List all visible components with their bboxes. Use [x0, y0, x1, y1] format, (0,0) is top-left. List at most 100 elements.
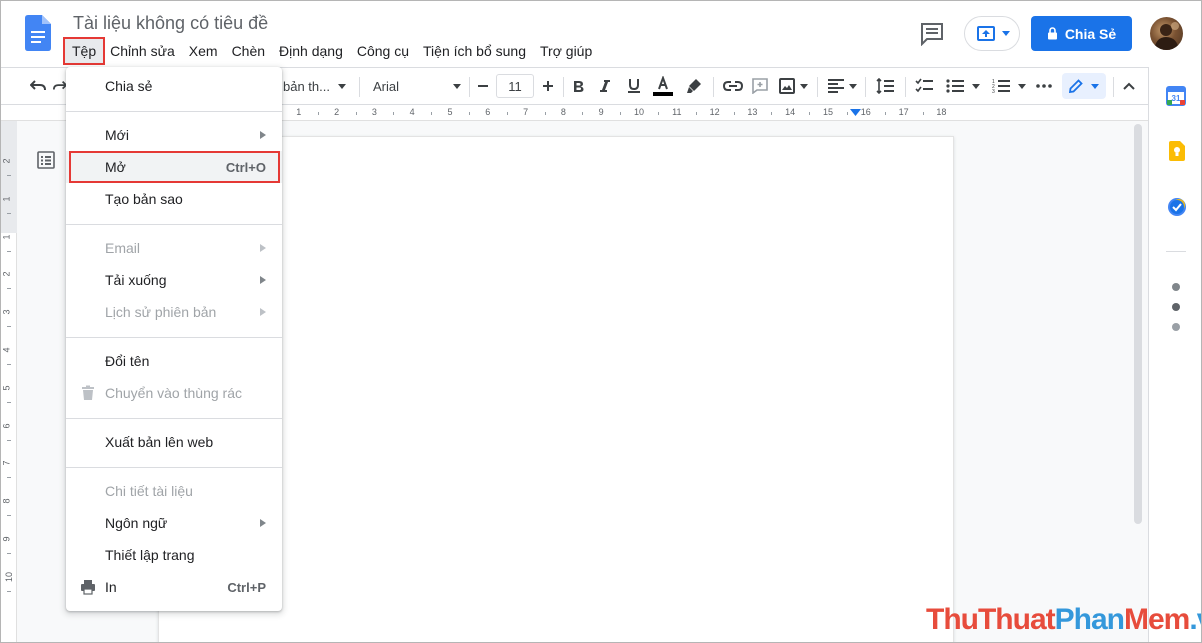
add-comment-icon [752, 78, 768, 94]
menu-item-label: In [105, 579, 117, 595]
insert-comment-button[interactable] [749, 68, 771, 104]
present-to-meeting-icon [977, 26, 995, 41]
menu-insert[interactable]: Chèn [225, 39, 272, 63]
menu-item-email[interactable]: Email [66, 232, 282, 264]
line-spacing-button[interactable] [873, 68, 897, 104]
present-button[interactable] [964, 16, 1020, 51]
tasks-icon[interactable] [1167, 197, 1187, 217]
calendar-icon[interactable]: 31 [1166, 86, 1186, 106]
right-indent-marker-icon[interactable] [850, 109, 861, 117]
ruler-tick-label: 5 [1, 385, 12, 391]
numbered-list-icon: 123 [992, 79, 1010, 94]
ruler-tick-mark [7, 590, 11, 592]
minus-icon [478, 85, 488, 87]
watermark-part: Mem [1124, 603, 1190, 636]
dot-indicator [1172, 323, 1180, 331]
chevron-down-icon [1091, 83, 1099, 89]
ruler-tick-mark [771, 112, 773, 115]
menu-item-publish-to-web[interactable]: Xuất bản lên web [66, 426, 282, 458]
bold-button[interactable] [568, 68, 588, 104]
file-menu: Chia sẻ Mới Mở Ctrl+O Tạo bản sao Email … [66, 67, 282, 611]
menu-view[interactable]: Xem [182, 39, 225, 63]
document-title[interactable]: Tài liệu không có tiêu đề [73, 13, 268, 34]
avatar[interactable] [1150, 17, 1183, 50]
decrease-font-size-button[interactable] [473, 68, 493, 104]
align-button[interactable] [825, 68, 859, 104]
scrollbar[interactable] [1134, 124, 1142, 524]
chevron-down-icon [1002, 31, 1010, 36]
redo-button[interactable] [53, 68, 67, 104]
comment-history-icon[interactable] [919, 22, 945, 46]
menu-addons[interactable]: Tiện ích bổ sung [416, 39, 533, 63]
submenu-arrow-icon [260, 519, 266, 527]
ruler-tick-label: 6 [1, 423, 12, 429]
chevron-down-icon [972, 83, 980, 89]
menu-item-label: Mới [105, 127, 129, 143]
increase-font-size-button[interactable] [538, 68, 558, 104]
ruler-tick-label: 3 [1, 309, 12, 315]
bulleted-list-button[interactable] [943, 68, 983, 104]
more-options-button[interactable] [1033, 68, 1055, 104]
ruler-tick-mark [431, 112, 433, 115]
chevron-up-icon [1123, 82, 1135, 90]
menu-item-version-history[interactable]: Lịch sử phiên bản [66, 296, 282, 328]
font-select[interactable]: Arial [373, 68, 465, 104]
menu-format[interactable]: Định dạng [272, 39, 350, 63]
highlight-color-button[interactable] [683, 68, 705, 104]
ruler-tick-mark [7, 401, 11, 403]
ruler-tick-mark [582, 112, 584, 115]
editing-mode-button[interactable] [1062, 73, 1106, 99]
ruler-tick-label: 14 [785, 107, 796, 117]
share-button-label: Chia Sẻ [1064, 25, 1117, 42]
hide-menus-button[interactable] [1119, 68, 1139, 104]
share-button[interactable]: Chia Sẻ [1031, 16, 1132, 51]
menu-file[interactable]: Tệp [62, 37, 106, 65]
keep-icon[interactable] [1168, 141, 1185, 161]
insert-link-button[interactable] [721, 68, 745, 104]
menu-item-print[interactable]: In Ctrl+P [66, 571, 282, 603]
menu-edit[interactable]: Chỉnh sửa [103, 39, 182, 63]
text-color-button[interactable] [651, 68, 675, 104]
insert-image-button[interactable] [777, 68, 809, 104]
menu-tools[interactable]: Công cụ [350, 39, 416, 63]
numbered-list-button[interactable]: 123 [989, 68, 1029, 104]
ruler-tick-mark [393, 112, 395, 115]
ruler-tick-label: 1 [1, 196, 12, 202]
menu-item-page-setup[interactable]: Thiết lập trang [66, 539, 282, 571]
highlighter-icon [687, 79, 701, 93]
ruler-tick-mark [7, 363, 11, 365]
font-size-input[interactable]: 11 [495, 68, 535, 104]
document-outline-icon[interactable] [37, 151, 55, 169]
menu-item-document-details[interactable]: Chi tiết tài liệu [66, 475, 282, 507]
menu-item-new[interactable]: Mới [66, 119, 282, 151]
checklist-button[interactable] [911, 68, 937, 104]
menu-item-download[interactable]: Tải xuống [66, 264, 282, 296]
paragraph-style-select[interactable]: bản th... [283, 68, 353, 104]
menu-item-make-copy[interactable]: Tạo bản sao [66, 183, 282, 215]
menu-item-rename[interactable]: Đổi tên [66, 345, 282, 377]
side-panel-divider [1166, 251, 1186, 252]
italic-button[interactable] [595, 68, 615, 104]
menu-item-label: Đổi tên [105, 353, 150, 369]
menu-help[interactable]: Trợ giúp [533, 39, 599, 63]
menu-item-open[interactable]: Mở Ctrl+O [66, 151, 282, 183]
vertical-ruler[interactable]: 2 1 1 2 3 4 5 6 7 8 9 10 [1, 121, 17, 642]
undo-button[interactable] [27, 68, 49, 104]
watermark-part: .vn [1189, 603, 1201, 636]
ruler-tick-label: 12 [709, 107, 720, 117]
more-horizontal-icon [1036, 84, 1052, 88]
ruler-tick-label: 7 [523, 107, 529, 117]
menu-item-share[interactable]: Chia sẻ [66, 70, 282, 102]
ruler-tick-label: 16 [860, 107, 871, 117]
ruler-tick-mark [317, 112, 319, 115]
docs-logo-icon[interactable] [25, 15, 51, 51]
ruler-tick-label: 8 [1, 498, 12, 504]
toolbar-divider [905, 77, 906, 97]
menu-item-language[interactable]: Ngôn ngữ [66, 507, 282, 539]
ruler-tick-mark [7, 326, 11, 328]
menu-item-move-to-trash[interactable]: Chuyển vào thùng rác [66, 377, 282, 409]
underline-button[interactable] [623, 68, 645, 104]
ruler-tick-label: 3 [371, 107, 377, 117]
menu-item-label: Lịch sử phiên bản [105, 304, 217, 320]
ruler-tick-mark [468, 112, 470, 115]
